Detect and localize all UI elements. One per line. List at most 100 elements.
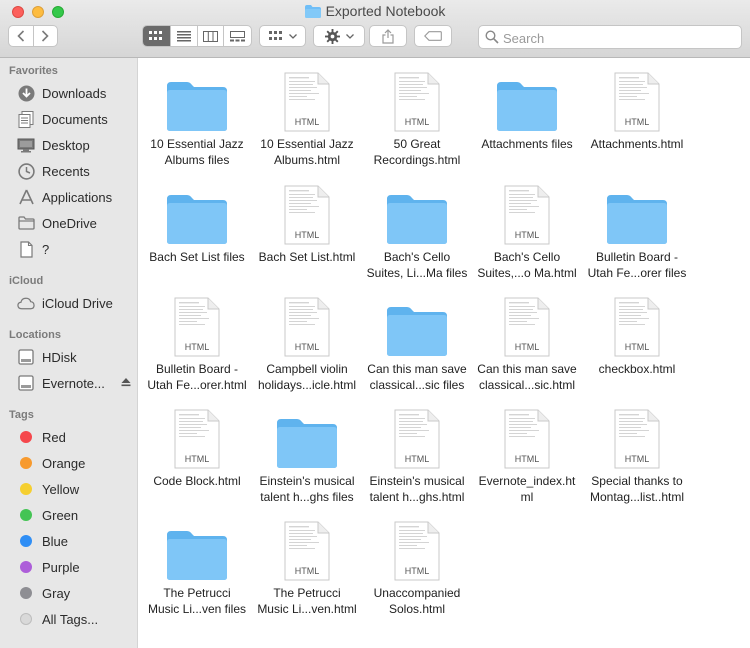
html-document-icon: HTML (472, 287, 582, 357)
html-file-item[interactable]: HTML Attachments.html (582, 58, 692, 170)
folder-item[interactable]: Can this man save classical...sic files (362, 283, 472, 395)
list-view-button[interactable] (171, 26, 198, 46)
html-file-item[interactable]: HTML Can this man save classical...sic.htm… (472, 283, 582, 395)
html-file-item[interactable]: HTML Campbell violin holidays...icle.html (252, 283, 362, 395)
html-file-item[interactable]: HTML 10 Essential Jazz Albums.html (252, 58, 362, 170)
gallery-icon (230, 30, 246, 41)
folder-item[interactable]: Bach's Cello Suites, Li...Ma files (362, 171, 472, 283)
folder-item[interactable]: The Petrucci Music Li...ven files (142, 507, 252, 619)
file-name-line: Special thanks to (591, 474, 683, 488)
html-document-icon: HTML (142, 287, 252, 357)
folder-item[interactable]: Bach Set List files (142, 171, 252, 283)
search-field[interactable] (478, 25, 742, 49)
folder-item[interactable]: Attachments files (472, 58, 582, 170)
disk-icon (17, 374, 35, 392)
sidebar-item-downloads[interactable]: Downloads (0, 81, 137, 105)
file-name: 10 Essential Jazz Albums files (142, 136, 252, 168)
document-thumbnail: HTML (174, 297, 220, 357)
html-badge: HTML (294, 230, 320, 240)
sidebar-item-evernote[interactable]: Evernote... (0, 371, 137, 395)
html-file-item[interactable]: HTML Bach Set List.html (252, 171, 362, 283)
folder-item[interactable]: Einstein's musical talent h...ghs files (252, 395, 362, 507)
document-thumbnail: HTML (284, 521, 330, 581)
folder-item[interactable]: 10 Essential Jazz Albums files (142, 58, 252, 170)
html-file-item[interactable]: HTML Bulletin Board - Utah Fe...orer.html (142, 283, 252, 395)
column-view-button[interactable] (198, 26, 225, 46)
html-badge: HTML (404, 454, 430, 464)
sidebar-tag-orange[interactable]: Orange (0, 451, 137, 475)
sidebar-item-icloud-drive[interactable]: iCloud Drive (0, 291, 137, 315)
desktop-icon (17, 136, 35, 154)
file-name-line: Einstein's musical (369, 474, 465, 488)
sidebar-item-label: Gray (42, 585, 71, 601)
sidebar-item-desktop[interactable]: Desktop (0, 133, 137, 157)
file-name-line: Suites, Li...Ma files (366, 266, 468, 280)
file-name-line: classical...sic files (369, 378, 465, 392)
tag-icon (424, 31, 442, 41)
document-icon (17, 240, 35, 258)
sidebar-item-label: HDisk (42, 349, 77, 365)
file-name-line: Bulletin Board - (155, 362, 239, 376)
file-name-line: Albums.html (273, 153, 341, 167)
file-name: The Petrucci Music Li...ven.html (252, 585, 362, 617)
html-file-item[interactable]: HTML 50 Great Recordings.html (362, 58, 472, 170)
sidebar-tag-blue[interactable]: Blue (0, 529, 137, 553)
html-badge: HTML (404, 117, 430, 127)
file-name: 50 Great Recordings.html (362, 136, 472, 168)
file-name: Einstein's musical talent h...ghs files (252, 473, 362, 505)
sidebar-item-recents[interactable]: Recents (0, 159, 137, 183)
html-file-item[interactable]: HTML checkbox.html (582, 283, 692, 395)
cloud-icon (17, 294, 35, 312)
file-name: Can this man save classical...sic.html (472, 361, 582, 393)
html-document-icon: HTML (582, 62, 692, 132)
sidebar-item-documents[interactable]: Documents (0, 107, 137, 131)
sidebar-all-tags[interactable]: All Tags... (0, 607, 137, 631)
file-name: Bach's Cello Suites, Li...Ma files (362, 249, 472, 281)
eject-icon[interactable] (121, 377, 131, 387)
chevron-right-icon (42, 30, 49, 42)
file-name-line: ml (520, 490, 534, 504)
sidebar-tag-green[interactable]: Green (0, 503, 137, 527)
document-thumbnail: HTML (614, 72, 660, 132)
document-thumbnail: HTML (284, 185, 330, 245)
file-name-line: Unaccompanied (373, 586, 461, 600)
sidebar-tag-gray[interactable]: Gray (0, 581, 137, 605)
columns-icon (202, 30, 218, 42)
document-thumbnail: HTML (394, 72, 440, 132)
html-file-item[interactable]: HTML Einstein's musical talent h...ghs.htm… (362, 395, 472, 507)
group-by-button[interactable] (259, 25, 306, 47)
gallery-view-button[interactable] (224, 26, 251, 46)
sidebar-item-onedrive[interactable]: OneDrive (0, 211, 137, 235)
html-document-icon: HTML (142, 399, 252, 469)
html-file-item[interactable]: HTML Evernote_index.ht ml (472, 395, 582, 507)
share-button[interactable] (369, 25, 407, 47)
sidebar-item-hdisk[interactable]: HDisk (0, 345, 137, 369)
sidebar-item-applications[interactable]: Applications (0, 185, 137, 209)
html-file-item[interactable]: HTML The Petrucci Music Li...ven.html (252, 507, 362, 619)
search-input[interactable] (501, 28, 735, 48)
tag-button[interactable] (414, 25, 452, 47)
file-name: Bulletin Board - Utah Fe...orer.html (142, 361, 252, 393)
icon-view-button[interactable] (143, 26, 171, 46)
folder-item[interactable]: Bulletin Board - Utah Fe...orer files (582, 171, 692, 283)
orange-tag-dot (20, 457, 32, 469)
back-button[interactable] (9, 26, 34, 46)
sidebar-item-unknown[interactable]: ? (0, 237, 137, 261)
sidebar-tag-red[interactable]: Red (0, 425, 137, 449)
html-badge: HTML (624, 117, 650, 127)
forward-button[interactable] (34, 26, 58, 46)
html-badge: HTML (294, 342, 320, 352)
html-file-item[interactable]: HTML Bach's Cello Suites,...o Ma.html (472, 171, 582, 283)
html-file-item[interactable]: HTML Code Block.html (142, 395, 252, 507)
favorites-header: Favorites (9, 65, 58, 77)
html-file-item[interactable]: HTML Special thanks to Montag...list..html (582, 395, 692, 507)
sidebar-tag-purple[interactable]: Purple (0, 555, 137, 579)
purple-tag-dot (20, 561, 32, 573)
sidebar-item-label: Desktop (42, 137, 90, 153)
sidebar-tag-yellow[interactable]: Yellow (0, 477, 137, 501)
action-button[interactable] (313, 25, 365, 47)
file-name-line: Montag...list..html (589, 490, 685, 504)
file-name-line: Attachments.html (590, 137, 684, 151)
file-name-line: Einstein's musical (259, 474, 355, 488)
html-file-item[interactable]: HTML Unaccompanied Solos.html (362, 507, 472, 619)
